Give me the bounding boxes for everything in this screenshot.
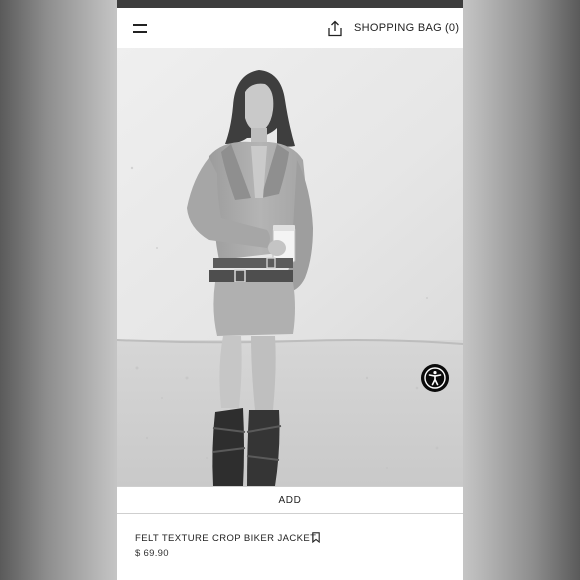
bookmark-icon[interactable]	[312, 532, 320, 543]
accessibility-button[interactable]	[421, 364, 449, 392]
shopping-bag-link[interactable]: SHOPPING BAG (0)	[354, 22, 459, 34]
add-to-bag-button[interactable]: ADD	[117, 486, 463, 514]
top-header: SHOPPING BAG (0)	[117, 8, 463, 48]
accessibility-person-icon	[424, 367, 446, 389]
share-icon[interactable]	[327, 20, 343, 37]
product-name[interactable]: FELT TEXTURE CROP BIKER JACKET	[135, 533, 316, 544]
app-window: SHOPPING BAG (0) ADD FELT TEXTURE CROP B…	[117, 0, 463, 580]
hamburger-menu-icon[interactable]	[133, 22, 147, 34]
shopping-bag-count: (0)	[444, 22, 460, 34]
product-photo[interactable]	[117, 48, 463, 486]
shopping-bag-label: SHOPPING BAG	[354, 22, 442, 34]
product-price: $ 69.90	[135, 548, 169, 559]
status-strip	[117, 0, 463, 8]
